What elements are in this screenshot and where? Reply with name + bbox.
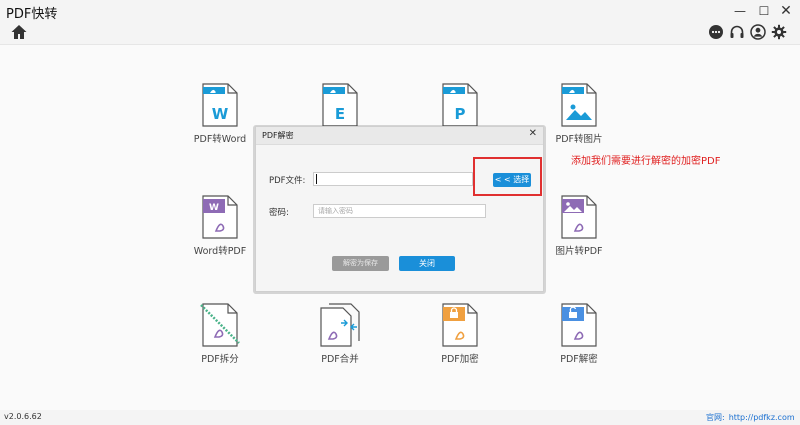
- maximize-button[interactable]: ☐: [752, 2, 776, 20]
- tile-pdf-merge[interactable]: PDF合并: [295, 303, 385, 365]
- password-label: 密码:: [269, 208, 289, 218]
- tile-label: Word转PDF: [193, 246, 247, 257]
- website-link[interactable]: 官网: http://pdfkz.com: [706, 412, 795, 423]
- decrypt-save-button[interactable]: 解密为保存: [332, 256, 389, 271]
- pdf-to-image-icon: [561, 83, 597, 127]
- pdf-split-icon: [200, 303, 240, 347]
- tile-pdf-to-image[interactable]: PDF转图片: [534, 83, 624, 145]
- toolbar: [0, 22, 800, 44]
- file-path-input[interactable]: [313, 172, 473, 186]
- pdf-decrypt-icon: [561, 303, 597, 347]
- website-label: 官网:: [706, 413, 725, 422]
- annotation-text: 添加我们需要进行解密的加密PDF: [571, 156, 721, 167]
- tile-letter: W: [212, 105, 229, 123]
- tile-pdf-to-word[interactable]: W PDF转Word: [175, 83, 265, 145]
- headset-icon[interactable]: [729, 24, 745, 40]
- tile-label: PDF解密: [560, 354, 598, 365]
- image-to-pdf-icon: [561, 195, 597, 239]
- version-label: v2.0.6.62: [4, 412, 42, 421]
- home-icon[interactable]: [10, 23, 28, 41]
- dialog-title: PDF解密: [262, 131, 294, 140]
- tile-pdf-to-excel[interactable]: E: [295, 83, 385, 127]
- chat-icon[interactable]: [708, 24, 724, 40]
- tile-label: PDF加密: [441, 354, 479, 365]
- pdf-merge-icon: [320, 303, 360, 347]
- pdf-to-word-icon: W: [202, 83, 238, 127]
- tile-word-to-pdf[interactable]: W Word转PDF: [175, 195, 265, 257]
- tile-pdf-decrypt[interactable]: PDF解密: [534, 303, 624, 365]
- tile-letter: E: [335, 105, 345, 123]
- tile-label: PDF转图片: [555, 134, 603, 145]
- tile-label: PDF拆分: [201, 354, 239, 365]
- settings-icon[interactable]: [771, 24, 787, 40]
- title-bar: PDF快转 — ☐ ✕: [0, 0, 800, 22]
- user-icon[interactable]: [750, 24, 766, 40]
- tile-letter: P: [455, 105, 466, 123]
- tile-label: PDF转Word: [193, 134, 247, 145]
- pdf-to-ppt-icon: P: [442, 83, 478, 127]
- highlight-box: [473, 157, 542, 196]
- tile-label: PDF合并: [321, 354, 359, 365]
- tile-pdf-to-ppt[interactable]: P: [415, 83, 505, 127]
- tile-pdf-split[interactable]: PDF拆分: [175, 303, 265, 365]
- decrypt-dialog: PDF解密 ✕ PDF文件: < < 选择 密码: 解密为保存 关闭: [255, 126, 544, 292]
- close-window-button[interactable]: ✕: [774, 2, 798, 20]
- tile-image-to-pdf[interactable]: 图片转PDF: [534, 195, 624, 257]
- tile-label: 图片转PDF: [555, 246, 603, 257]
- text-caret: [316, 174, 317, 184]
- website-url[interactable]: http://pdfkz.com: [729, 413, 795, 422]
- app-title: PDF快转: [6, 7, 58, 22]
- file-label: PDF文件:: [269, 176, 306, 186]
- word-to-pdf-icon: W: [202, 195, 238, 239]
- dialog-close-icon[interactable]: ✕: [529, 128, 537, 139]
- tile-letter: W: [209, 203, 219, 213]
- password-input[interactable]: [313, 204, 486, 218]
- pdf-encrypt-icon: [442, 303, 478, 347]
- dialog-close-button[interactable]: 关闭: [399, 256, 455, 271]
- minimize-button[interactable]: —: [728, 2, 752, 20]
- dialog-header: PDF解密 ✕: [256, 127, 543, 145]
- pdf-to-excel-icon: E: [322, 83, 358, 127]
- tile-pdf-encrypt[interactable]: PDF加密: [415, 303, 505, 365]
